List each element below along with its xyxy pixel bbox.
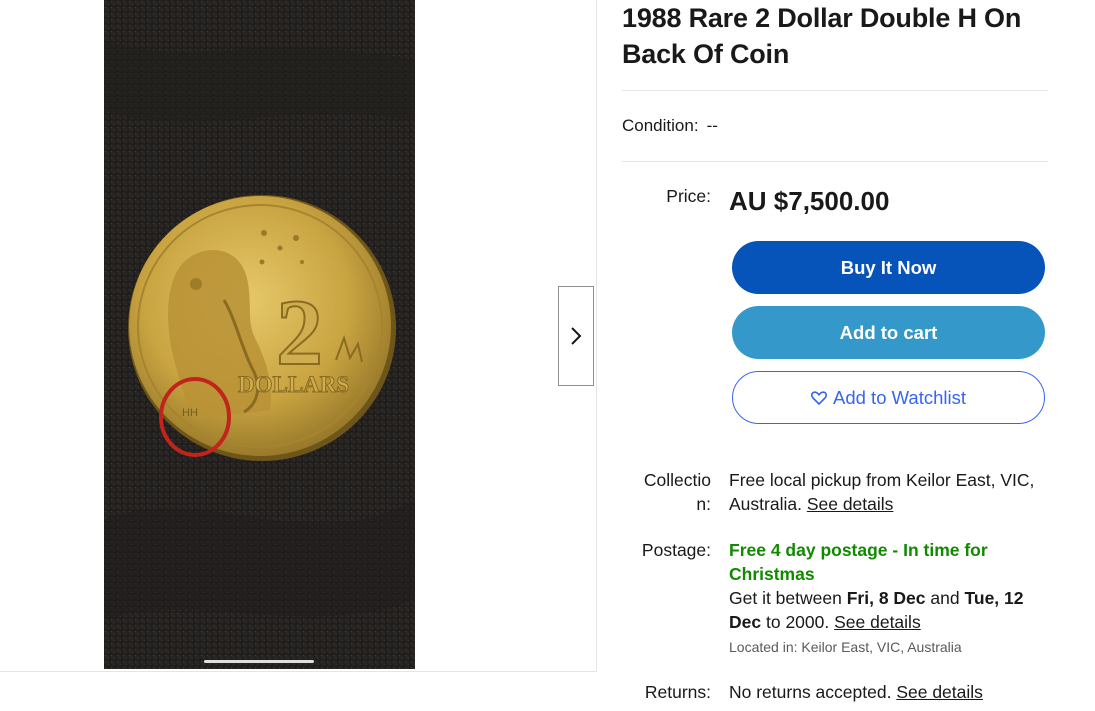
svg-text:DOLLARS: DOLLARS: [238, 372, 349, 397]
returns-value: No returns accepted. See details: [729, 682, 983, 702]
item-location: Located in: Keilor East, VIC, Australia: [729, 639, 962, 655]
price-value: AU $7,500.00: [729, 186, 890, 216]
collection-see-details-link[interactable]: See details: [807, 494, 894, 514]
photo-scroll-indicator: [204, 660, 314, 663]
item-info-panel: 1988 Rare 2 Dollar Double H On Back Of C…: [622, 0, 1048, 704]
returns-label: Returns:: [644, 682, 711, 702]
returns-see-details-link[interactable]: See details: [896, 682, 983, 702]
chevron-right-icon: [571, 327, 582, 345]
postage-see-details-link[interactable]: See details: [834, 612, 921, 632]
svg-text:2: 2: [276, 281, 323, 385]
postage-label: Postage:: [641, 540, 711, 560]
svg-text:HH: HH: [182, 407, 198, 419]
image-gallery: 2 DOLLARS HH: [0, 0, 597, 672]
postage-row: Postage: Free 4 day postage - In time fo…: [622, 538, 1048, 658]
postage-highlight: Free 4 day postage - In time for Christm…: [729, 540, 988, 584]
item-title: 1988 Rare 2 Dollar Double H On Back Of C…: [622, 3, 1022, 69]
divider: [622, 161, 1048, 162]
collection-row: Collectio n: Free local pickup from Keilo…: [622, 468, 1048, 516]
price-label: Price:: [666, 186, 711, 206]
heart-icon: [811, 390, 827, 405]
condition-value: --: [706, 116, 718, 135]
add-to-watchlist-button[interactable]: Add to Watchlist: [732, 371, 1045, 424]
main-item-photo[interactable]: 2 DOLLARS HH: [104, 0, 415, 669]
condition-row: Condition: --: [622, 91, 1048, 161]
price-row: Price: AU $7,500.00: [622, 184, 1048, 218]
add-to-cart-button[interactable]: Add to cart: [732, 306, 1045, 359]
next-image-button[interactable]: [558, 286, 594, 386]
collection-label: Collectio n:: [643, 470, 711, 514]
coin-graphic: 2 DOLLARS HH: [128, 195, 396, 461]
watchlist-label: Add to Watchlist: [833, 386, 966, 408]
buy-it-now-button[interactable]: Buy It Now: [732, 241, 1045, 294]
returns-row: Returns: No returns accepted. See detail…: [622, 680, 1048, 704]
collection-value: Free local pickup from Keilor East, VIC,…: [729, 470, 1035, 514]
postage-value: Free 4 day postage - In time for Christm…: [729, 540, 1024, 655]
condition-label: Condition:: [622, 116, 699, 135]
